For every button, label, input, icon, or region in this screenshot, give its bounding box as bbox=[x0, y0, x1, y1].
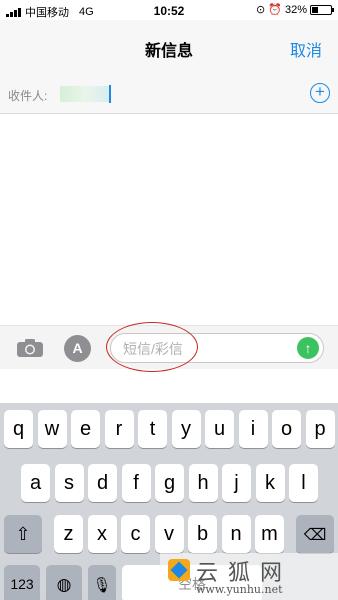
key-q[interactable]: q bbox=[4, 410, 33, 448]
globe-icon: ◍ bbox=[56, 575, 72, 594]
key-s[interactable]: s bbox=[54, 464, 84, 502]
app-store-icon[interactable]: A bbox=[64, 335, 91, 362]
dictation-key[interactable]: 🎙 bbox=[88, 565, 116, 600]
key-w[interactable]: w bbox=[37, 410, 67, 448]
camera-icon[interactable] bbox=[16, 338, 44, 358]
numbers-key[interactable]: 123 bbox=[4, 565, 40, 600]
key-f[interactable]: f bbox=[121, 464, 151, 502]
recipient-field[interactable]: 收件人: + bbox=[0, 72, 338, 114]
battery-percent: 32% bbox=[284, 3, 307, 16]
key-e[interactable]: e bbox=[71, 410, 100, 448]
watermark: 云狐网 www.yunhu.net bbox=[160, 553, 338, 600]
status-bar: 中国移动 4G 10:52 ⊙ ⏰ 32% bbox=[0, 0, 338, 20]
key-l[interactable]: l bbox=[289, 464, 318, 502]
rotation-lock-icon: ⊙ bbox=[256, 4, 266, 16]
cancel-button[interactable]: 取消 bbox=[290, 37, 322, 61]
watermark-url: www.yunhu.net bbox=[196, 583, 283, 596]
key-k[interactable]: k bbox=[255, 464, 285, 502]
globe-key[interactable]: ◍ bbox=[46, 565, 82, 600]
key-h[interactable]: h bbox=[188, 464, 218, 502]
shift-icon: ⇧ bbox=[15, 524, 31, 544]
key-j[interactable]: j bbox=[222, 464, 251, 502]
add-contact-button[interactable]: + bbox=[310, 83, 330, 103]
send-button[interactable]: ↑ bbox=[297, 337, 319, 359]
annotation-circle bbox=[106, 322, 198, 372]
delete-key[interactable]: ⌫ bbox=[296, 515, 334, 553]
key-u[interactable]: u bbox=[205, 410, 234, 448]
recipient-label: 收件人: bbox=[8, 89, 48, 103]
recipient-entry[interactable] bbox=[60, 86, 110, 102]
key-p[interactable]: p bbox=[305, 410, 335, 448]
battery-icon bbox=[310, 4, 334, 15]
delete-icon: ⌫ bbox=[303, 527, 327, 544]
key-c[interactable]: c bbox=[121, 515, 150, 553]
text-cursor bbox=[109, 85, 111, 103]
key-d[interactable]: d bbox=[88, 464, 117, 502]
microphone-icon: 🎙 bbox=[92, 577, 112, 594]
key-v[interactable]: v bbox=[154, 515, 184, 553]
alarm-icon: ⏰ bbox=[268, 4, 282, 16]
key-m[interactable]: m bbox=[255, 515, 284, 553]
key-r[interactable]: r bbox=[104, 410, 134, 448]
shift-key[interactable]: ⇧ bbox=[4, 515, 42, 553]
key-a[interactable]: a bbox=[21, 464, 50, 502]
key-b[interactable]: b bbox=[188, 515, 217, 553]
navigation-bar: 新信息 取消 bbox=[0, 20, 338, 72]
key-x[interactable]: x bbox=[87, 515, 117, 553]
key-i[interactable]: i bbox=[238, 410, 268, 448]
key-o[interactable]: o bbox=[272, 410, 301, 448]
key-z[interactable]: z bbox=[54, 515, 83, 553]
watermark-logo bbox=[168, 559, 190, 581]
key-y[interactable]: y bbox=[171, 410, 201, 448]
page-title: 新信息 bbox=[144, 43, 193, 60]
key-g[interactable]: g bbox=[155, 464, 184, 502]
key-n[interactable]: n bbox=[221, 515, 251, 553]
key-t[interactable]: t bbox=[138, 410, 167, 448]
